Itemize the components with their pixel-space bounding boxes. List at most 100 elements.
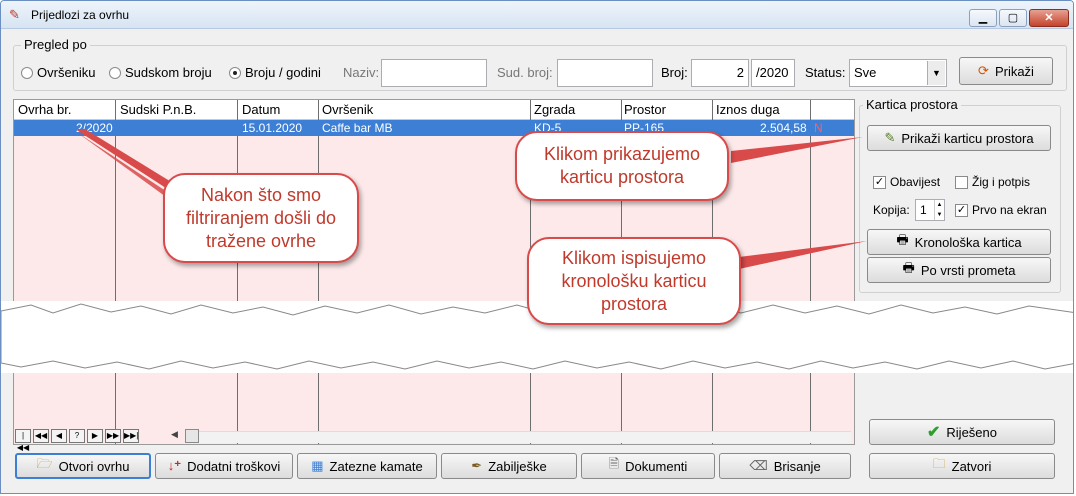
next-page-icon[interactable]: ▶▶ (105, 429, 121, 443)
sud-broj-input[interactable] (557, 59, 653, 87)
kronoloska-kartica-button[interactable]: 🖶 Kronološka kartica (867, 229, 1051, 255)
obavijest-checkbox[interactable]: ✓ Obavijest (873, 175, 940, 189)
scroll-left-icon[interactable]: ◀ (171, 429, 178, 440)
printer-icon: 🖶 (896, 232, 909, 247)
brisanje-button[interactable]: ⌫ Brisanje (719, 453, 851, 479)
first-record-icon[interactable]: |◀◀ (15, 429, 31, 452)
zatezne-kamate-label: Zatezne kamate (329, 458, 423, 474)
table-row-selected[interactable]: 2/2020 15.01.2020 Caffe bar MB KD-5 PP-1… (14, 120, 854, 136)
next-record-icon[interactable]: ▶ (87, 429, 103, 443)
down-plus-icon: ↓⁺ (167, 458, 182, 473)
window-title: Prijedlozi za ovrhu (31, 8, 130, 22)
zatezne-kamate-button[interactable]: ▦ Zatezne kamate (297, 453, 437, 479)
last-record-icon[interactable]: ▶▶| (123, 429, 139, 443)
dodatni-troskovi-button[interactable]: ↓⁺ Dodatni troškovi (155, 453, 293, 479)
sud-broj-label: Sud. broj: (497, 65, 553, 80)
minimize-button[interactable]: ▁ (969, 9, 997, 27)
grid-header: Ovrha br. Sudski P.n.B. Datum Ovršenik Z… (14, 100, 854, 120)
grid-divider (237, 100, 238, 444)
card-edit-icon: ✎ (884, 130, 896, 145)
otvori-ovrhu-label: Otvori ovrhu (58, 458, 130, 474)
close-button[interactable]: ✕ (1029, 9, 1069, 27)
cell-ovrsenik: Caffe bar MB (322, 121, 393, 135)
cell-datum: 15.01.2020 (242, 121, 303, 135)
spinner-arrows-icon[interactable]: ▲ ▼ (934, 200, 944, 220)
checkbox-checked-icon: ✓ (873, 175, 886, 189)
prikazi-button-label: Prikaži (994, 63, 1034, 79)
checkbox-checked-icon: ✓ (955, 203, 968, 217)
scrollbar-thumb[interactable] (185, 429, 199, 443)
obavijest-label: Obavijest (890, 175, 941, 189)
zatvori-button[interactable]: 🗀 Zatvori (869, 453, 1055, 479)
title-bar: ✎ Prijedlozi za ovrhu ▁ ▢ ✕ (1, 1, 1073, 29)
status-select-value: Sve (854, 65, 877, 80)
document-icon: 🗎 (608, 456, 620, 471)
chevron-down-icon[interactable]: ▼ (927, 61, 945, 85)
kronoloska-label: Kronološka kartica (914, 234, 1022, 250)
naziv-input[interactable] (381, 59, 487, 87)
callout-filter-text: Nakon što smo filtriranjem došli do traž… (185, 184, 337, 251)
godina-input[interactable]: /2020 (751, 59, 795, 87)
maximize-button[interactable]: ▢ (999, 9, 1027, 27)
rijeseno-label: Riješeno (946, 424, 997, 440)
printer-icon: 🖶 (902, 260, 915, 275)
po-vrsti-prometa-button[interactable]: 🖶 Po vrsti prometa (867, 257, 1051, 283)
checkbox-empty-icon (955, 175, 968, 189)
callout-kronoloska-note: Klikom ispisujemo kronološku karticu pro… (527, 237, 741, 325)
rijeseno-button[interactable]: ✔ Riješeno (869, 419, 1055, 445)
radio-ovrseniku[interactable]: Ovršeniku (21, 65, 96, 80)
filter-group-legend: Pregled po (21, 37, 90, 52)
column-header[interactable]: Ovršenik (322, 102, 373, 117)
grid-divider (810, 100, 811, 444)
radio-dot (21, 66, 33, 79)
check-icon: ✔ (927, 424, 941, 441)
radio-broju-godini[interactable]: Broju / godini (229, 65, 321, 80)
prev-page-icon[interactable]: ◀◀ (33, 429, 49, 443)
pen-icon: ✒ (471, 458, 483, 473)
zabiljeske-label: Zabilješke (488, 458, 547, 474)
column-header[interactable]: Iznos duga (716, 102, 780, 117)
question-icon[interactable]: ? (69, 429, 85, 443)
prikazi-karticu-label: Prikaži karticu prostora (901, 130, 1034, 146)
column-header[interactable]: Sudski P.n.B. (120, 102, 196, 117)
radio-label: Broju / godini (245, 65, 321, 80)
prvo-checkbox[interactable]: ✓ Prvo na ekran (955, 203, 1047, 217)
status-select[interactable]: Sve ▼ (849, 59, 947, 87)
app-icon: ✎ (9, 7, 20, 22)
zatvori-label: Zatvori (951, 458, 992, 474)
status-label: Status: (805, 65, 846, 80)
radio-dot-selected (229, 66, 241, 79)
callout-kartica-note: Klikom prikazujemo karticu prostora (515, 131, 729, 201)
kopija-spinner[interactable]: 1 ▲ ▼ (915, 199, 945, 221)
prikazi-button[interactable]: ⟳ Prikaži (959, 57, 1053, 85)
otvori-ovrhu-button[interactable]: 🗁 Otvori ovrhu (15, 453, 151, 479)
broj-label: Broj: (661, 65, 688, 80)
radio-dot (109, 66, 121, 79)
horizontal-scrollbar[interactable] (187, 431, 851, 443)
calculator-icon: ▦ (311, 458, 324, 473)
cell-iznos: 2.504,58 (760, 121, 807, 135)
main-window: ✎ Prijedlozi za ovrhu ▁ ▢ ✕ Pregled po O… (0, 0, 1074, 494)
radio-sudskom-broju[interactable]: Sudskom broju (109, 65, 212, 80)
radio-label: Sudskom broju (125, 65, 212, 80)
grid-divider (318, 100, 319, 444)
column-header[interactable]: Prostor (624, 102, 666, 117)
prvo-label: Prvo na ekran (972, 203, 1047, 217)
broj-input[interactable]: 2 (691, 59, 749, 87)
column-header[interactable]: Zgrada (534, 102, 575, 117)
kopija-label: Kopija: (873, 203, 910, 217)
folder-icon: 🗀 (932, 456, 946, 471)
dokumenti-label: Dokumenti (625, 458, 688, 474)
dokumenti-button[interactable]: 🗎 Dokumenti (581, 453, 715, 479)
po-vrsti-label: Po vrsti prometa (920, 262, 1016, 278)
zabiljeske-button[interactable]: ✒ Zabilješke (441, 453, 577, 479)
prev-record-icon[interactable]: ◀ (51, 429, 67, 443)
column-header[interactable]: Ovrha br. (18, 102, 71, 117)
callout-kronoloska-text: Klikom ispisujemo kronološku karticu pro… (561, 247, 707, 314)
naziv-label: Naziv: (343, 65, 380, 80)
zig-checkbox[interactable]: Žig i potpis (955, 175, 1030, 189)
column-header[interactable]: Datum (242, 102, 280, 117)
prikazi-karticu-button[interactable]: ✎ Prikaži karticu prostora (867, 125, 1051, 151)
callout-filter-note: Nakon što smo filtriranjem došli do traž… (163, 173, 359, 263)
folder-open-icon: 🗁 (36, 456, 53, 471)
